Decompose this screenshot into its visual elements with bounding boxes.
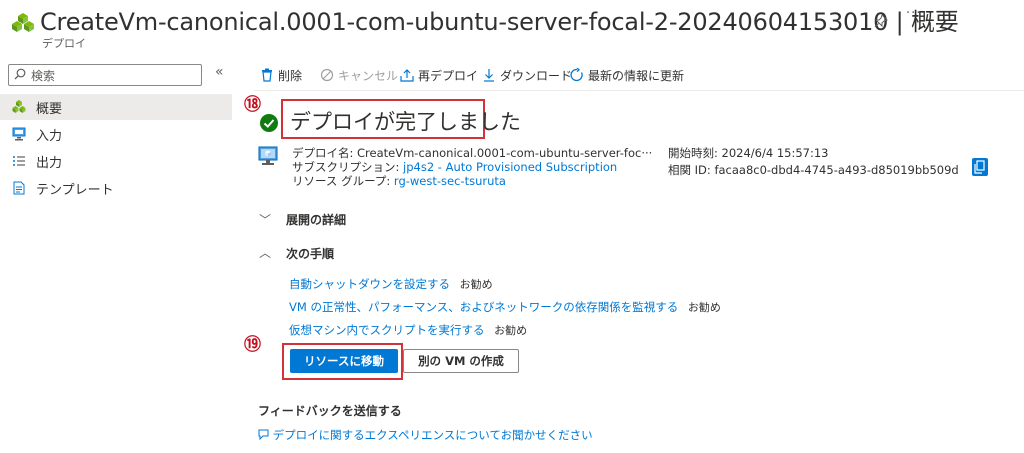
sidebar-item-label: 出力 [36, 156, 63, 171]
next-step-item: 自動シャットダウンを設定する お勧め [289, 276, 493, 292]
download-icon [484, 69, 494, 82]
sidebar-item-label: テンプレート [36, 183, 114, 198]
command-bar: 削除 キャンセル 再デプロイ ダウンロード 最新の情報に更新 [254, 60, 1024, 91]
cancel-label: キャンセル [338, 69, 399, 83]
delete-button[interactable]: 削除 [260, 67, 302, 84]
sidebar-item-overview[interactable]: 概要 [0, 94, 232, 120]
resource-group-row: リソース グループ: rg-west-sec-tsuruta [292, 174, 506, 188]
run-script-link[interactable]: 仮想マシン内でスクリプトを実行する [289, 323, 485, 337]
trash-icon [262, 68, 272, 82]
subscription-label: サブスクリプション: [292, 160, 400, 174]
resource-group-label: リソース グループ: [292, 174, 391, 188]
go-to-resource-button[interactable]: リソースに移動 [290, 349, 398, 373]
sidebar-item-inputs[interactable]: 入力 [0, 121, 232, 147]
deployment-name-label: デプロイ名: [292, 146, 354, 160]
correlation-id-value: facaa8c0-dbd4-4745-a493-d85019bb509d [714, 163, 959, 177]
pin-icon[interactable] [874, 14, 888, 28]
redeploy-label: 再デプロイ [418, 69, 479, 83]
feedback-link[interactable]: デプロイに関するエクスペリエンスについてお聞かせください [258, 427, 593, 443]
deployment-cubes-icon [12, 13, 34, 32]
resource-group-link[interactable]: rg-west-sec-tsuruta [394, 174, 506, 188]
delete-label: 削除 [278, 69, 303, 83]
sidebar-item-template[interactable]: テンプレート [0, 175, 232, 201]
page-title: CreateVm-canonical.0001-com-ubuntu-serve… [40, 8, 959, 36]
deployment-name-row: デプロイ名: CreateVm-canonical.0001-com-ubunt… [292, 146, 652, 160]
copy-icon [974, 160, 985, 174]
feedback-title: フィードバックを送信する [258, 404, 402, 418]
feedback-link-label: デプロイに関するエクスペリエンスについてお聞かせください [272, 428, 593, 442]
subscription-row: サブスクリプション: jp4s2 - Auto Provisioned Subs… [292, 160, 617, 174]
list-icon [13, 156, 25, 166]
start-time-label: 開始時刻: [668, 146, 718, 160]
create-another-vm-button[interactable]: 別の VM の作成 [403, 349, 519, 373]
deployment-name-value: CreateVm-canonical.0001-com-ubuntu-serve… [357, 146, 653, 160]
page-subtitle: デプロイ [42, 37, 86, 50]
document-icon [13, 181, 25, 195]
correlation-id-label: 相関 ID: [668, 163, 711, 177]
cancel-icon [320, 68, 334, 82]
start-time-row: 開始時刻: 2024/6/4 15:57:13 [668, 146, 829, 160]
recommended-tag: お勧め [687, 301, 721, 314]
redeploy-button[interactable]: 再デプロイ [400, 67, 478, 84]
success-check-icon [260, 114, 278, 132]
sidebar-item-outputs[interactable]: 出力 [0, 148, 232, 174]
chevron-up-icon[interactable]: ︿ [259, 244, 271, 261]
correlation-id-row: 相関 ID: facaa8c0-dbd4-4745-a493-d85019bb5… [668, 163, 959, 177]
copy-to-clipboard-button[interactable] [972, 158, 988, 176]
search-icon [14, 68, 26, 80]
cancel-button[interactable]: キャンセル [320, 67, 398, 84]
subscription-link[interactable]: jp4s2 - Auto Provisioned Subscription [403, 160, 617, 174]
chevron-down-icon[interactable]: ﹀ [259, 211, 271, 228]
deployment-details-section[interactable]: 展開の詳細 [286, 211, 346, 228]
more-options-icon[interactable]: ··· [906, 6, 921, 21]
input-icon [12, 127, 26, 141]
annotation-marker-19: ⑲ [244, 335, 261, 355]
next-steps-section[interactable]: 次の手順 [286, 245, 334, 262]
refresh-button[interactable]: 最新の情報に更新 [570, 67, 684, 84]
deployment-status-title: デプロイが完了しました [290, 110, 521, 134]
auto-shutdown-link[interactable]: 自動シャットダウンを設定する [289, 277, 450, 291]
next-step-item: VM の正常性、パフォーマンス、およびネットワークの依存関係を監視する お勧め [289, 299, 721, 315]
deployment-cubes-icon [12, 100, 26, 113]
upload-icon [400, 69, 414, 82]
download-label: ダウンロード [500, 69, 573, 83]
collapse-sidebar-icon[interactable]: « [215, 64, 224, 80]
refresh-label: 最新の情報に更新 [588, 69, 685, 83]
refresh-icon [570, 68, 583, 82]
sidebar-item-label: 概要 [36, 102, 63, 117]
monitor-vm-link[interactable]: VM の正常性、パフォーマンス、およびネットワークの依存関係を監視する [289, 300, 678, 314]
recommended-tag: お勧め [494, 324, 528, 337]
next-step-item: 仮想マシン内でスクリプトを実行する お勧め [289, 322, 527, 338]
sidebar-item-label: 入力 [36, 129, 63, 144]
virtual-machine-icon [258, 146, 278, 165]
start-time-value: 2024/6/4 15:57:13 [721, 146, 829, 160]
annotation-marker-18: ⑱ [244, 95, 261, 115]
search-input[interactable]: 検索 [8, 64, 202, 86]
page-header: CreateVm-canonical.0001-com-ubuntu-serve… [0, 0, 1024, 58]
search-placeholder: 検索 [31, 69, 56, 83]
recommended-tag: お勧め [459, 278, 493, 291]
download-button[interactable]: ダウンロード [482, 67, 572, 84]
feedback-icon [258, 429, 269, 441]
